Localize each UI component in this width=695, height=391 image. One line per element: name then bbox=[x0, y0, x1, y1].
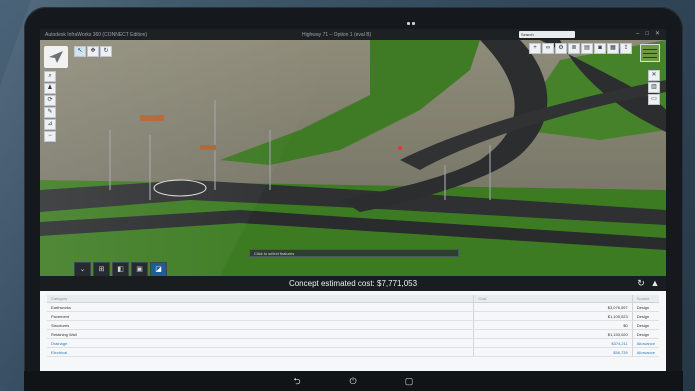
app-title: Autodesk InfraWorks 360 (CONNECT Edition… bbox=[45, 32, 148, 38]
table-row[interactable]: Earthworks $3,076,597 Design bbox=[47, 302, 659, 312]
select-icon[interactable]: ↖ bbox=[74, 46, 86, 57]
layout-icon[interactable]: ⊞ bbox=[93, 262, 110, 276]
status-field: Click to select features bbox=[249, 249, 459, 257]
app-logo-button[interactable] bbox=[44, 46, 68, 68]
cost-table: Category Cost Source Earthworks $3,076,5… bbox=[47, 295, 659, 357]
row-source-link[interactable]: Allowance bbox=[631, 338, 659, 348]
layers-icon[interactable]: ≣ bbox=[568, 43, 580, 54]
collapse-icon[interactable]: ⌄ bbox=[74, 262, 91, 276]
home-icon[interactable]: ▢ bbox=[402, 374, 416, 388]
row-cost: $56,739 bbox=[473, 347, 633, 357]
measure-icon[interactable]: ⊿ bbox=[44, 119, 56, 130]
settings-icon[interactable]: ⚙ bbox=[555, 43, 567, 54]
document-icon[interactable]: ▤ bbox=[581, 43, 593, 54]
row-category: Structures bbox=[47, 320, 474, 330]
power-icon[interactable]: ⏻ bbox=[346, 374, 360, 388]
row-cost: $0 bbox=[473, 320, 633, 330]
analytics-icon[interactable]: ◪ bbox=[150, 262, 167, 276]
row-category: Retaining Wall bbox=[47, 329, 474, 339]
left-tool-row: ↖ ✥ ↻ bbox=[74, 46, 112, 57]
orbit-icon[interactable]: ↻ bbox=[100, 46, 112, 57]
row-source: Design bbox=[631, 311, 659, 321]
chart-icon[interactable]: ▥ bbox=[648, 82, 660, 93]
bottom-toolbar: ⌄ ⊞ ◧ ▣ ◪ bbox=[74, 262, 167, 276]
row-category: Earthworks bbox=[47, 302, 474, 312]
row-category-link[interactable]: Drainage bbox=[47, 338, 474, 348]
3d-viewport[interactable]: ↖ ✥ ↻ ⌕ ♟ ⟳ ✎ ⊿ − + ∞ ⚙ ≣ ▤ ◙ ▦ ⇪ ✕ ▥ ▭ bbox=[40, 40, 666, 276]
link-icon[interactable]: ∞ bbox=[542, 43, 554, 54]
row-cost: $1,153,020 bbox=[473, 329, 633, 339]
title-bar: Autodesk InfraWorks 360 (CONNECT Edition… bbox=[40, 29, 666, 40]
row-cost: $374,211 bbox=[473, 338, 633, 348]
table-row[interactable]: Pavement $1,105,523 Design bbox=[47, 311, 659, 321]
left-tool-column: ⌕ ♟ ⟳ ✎ ⊿ − bbox=[44, 71, 56, 142]
column-header-category[interactable]: Category bbox=[47, 295, 474, 303]
right-toolbar: + ∞ ⚙ ≣ ▤ ◙ ▦ ⇪ bbox=[529, 43, 632, 54]
table-row[interactable]: Retaining Wall $1,153,020 Design bbox=[47, 329, 659, 339]
plus-icon[interactable]: + bbox=[529, 43, 541, 54]
row-source: Design bbox=[631, 329, 659, 339]
table-row[interactable]: Electrical $56,739 Allowance bbox=[47, 347, 659, 357]
table-row[interactable]: Drainage $374,211 Allowance bbox=[47, 338, 659, 348]
refresh-icon[interactable]: ↻ bbox=[636, 278, 646, 288]
cube-icon[interactable]: ◧ bbox=[112, 262, 129, 276]
document-title: Highway 71 – Option 1 (eval B) bbox=[302, 32, 372, 38]
right-tool-column: ✕ ▥ ▭ bbox=[648, 70, 660, 105]
row-source-link[interactable]: Allowance bbox=[631, 347, 659, 357]
paper-plane-icon bbox=[49, 51, 63, 63]
row-category: Pavement bbox=[47, 311, 474, 321]
export-icon[interactable]: ⇪ bbox=[620, 43, 632, 54]
row-category-link[interactable]: Electrical bbox=[47, 347, 474, 357]
back-icon[interactable]: ⮌ bbox=[290, 374, 304, 388]
column-header-cost[interactable]: Cost bbox=[473, 295, 633, 303]
rotate-icon[interactable]: ⟳ bbox=[44, 95, 56, 106]
close-window-icon[interactable]: ✕ bbox=[655, 31, 660, 37]
road-model-scene bbox=[40, 40, 666, 276]
minus-icon[interactable]: − bbox=[44, 131, 56, 142]
concept-cost-label: Concept estimated cost: $7,771,053 bbox=[288, 279, 418, 288]
column-header-source[interactable]: Source bbox=[631, 295, 659, 303]
stack-icon[interactable]: ▣ bbox=[131, 262, 148, 276]
device-nav-bar: ⮌ ⏻ ▢ bbox=[24, 371, 683, 391]
table-row[interactable]: Structures $0 Design bbox=[47, 320, 659, 330]
app-window: Autodesk InfraWorks 360 (CONNECT Edition… bbox=[40, 29, 666, 371]
camera-view-icon[interactable]: ◙ bbox=[594, 43, 606, 54]
cost-bar: Concept estimated cost: $7,771,053 ↻ ▲ bbox=[40, 276, 666, 291]
pen-icon[interactable]: ✎ bbox=[44, 107, 56, 118]
row-cost: $3,076,597 bbox=[473, 302, 633, 312]
cost-table-panel: Category Cost Source Earthworks $3,076,5… bbox=[40, 291, 666, 371]
window-controls: – □ ✕ bbox=[636, 31, 660, 37]
zoom-icon[interactable]: ⌕ bbox=[44, 71, 56, 82]
maximize-icon[interactable]: □ bbox=[645, 31, 649, 37]
minimize-icon[interactable]: – bbox=[636, 31, 639, 37]
person-icon[interactable]: ♟ bbox=[44, 83, 56, 94]
search-input[interactable]: Search bbox=[519, 31, 575, 38]
row-source: Design bbox=[631, 320, 659, 330]
grid-icon[interactable]: ▦ bbox=[607, 43, 619, 54]
camera-icon bbox=[407, 22, 415, 26]
close-icon[interactable]: ✕ bbox=[648, 70, 660, 81]
table-header: Category Cost Source bbox=[47, 295, 659, 303]
cost-chart-icon[interactable]: ▲ bbox=[650, 278, 660, 288]
pan-icon[interactable]: ✥ bbox=[87, 46, 99, 57]
row-source: Design bbox=[631, 302, 659, 312]
row-cost: $1,105,523 bbox=[473, 311, 633, 321]
minimap[interactable] bbox=[640, 44, 660, 62]
panel-icon[interactable]: ▭ bbox=[648, 94, 660, 105]
